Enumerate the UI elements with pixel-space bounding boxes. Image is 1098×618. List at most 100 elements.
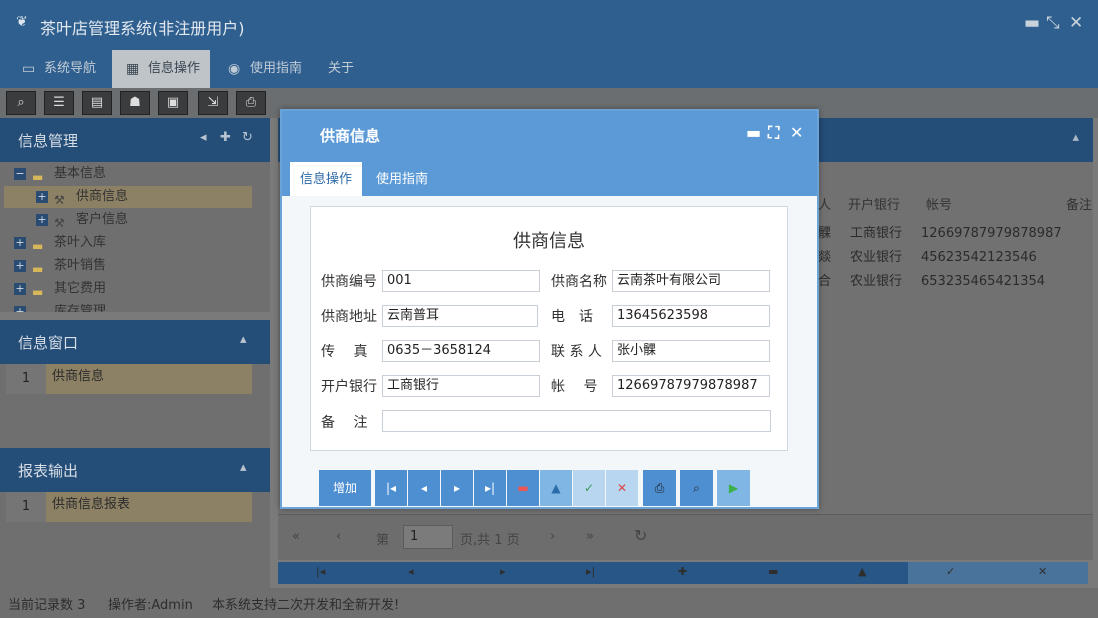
list-item[interactable]: 1 供商信息报表 — [6, 492, 252, 522]
next-page-icon[interactable]: › — [550, 529, 555, 544]
delete-record-icon[interactable]: ▬ — [768, 565, 778, 578]
table-cell[interactable]: 12669787979878987 — [921, 222, 1062, 246]
tree-node-tea-stock-in[interactable]: + ▬ 茶叶入库 — [0, 232, 260, 254]
collapse-icon[interactable]: − — [14, 168, 26, 180]
cancel-icon[interactable]: ✕ — [606, 470, 638, 506]
close-icon[interactable]: ✕ — [1069, 13, 1083, 33]
last-record-icon[interactable]: ▸| — [586, 565, 595, 578]
delete-icon[interactable]: ▬ — [507, 470, 539, 506]
prev-record-icon[interactable]: ◂ — [408, 565, 414, 578]
supplier-id-field[interactable]: 001 — [382, 270, 540, 292]
folder-icon: ▬ — [32, 170, 44, 184]
table-cell[interactable]: 653235465421354 — [921, 270, 1045, 294]
contact-label: 联 系 人 — [551, 344, 602, 360]
column-header[interactable]: 人 — [818, 192, 831, 220]
table-cell[interactable]: 农业银行 — [850, 270, 902, 294]
first-record-icon[interactable]: |◂ — [375, 470, 407, 506]
play-icon[interactable]: ▶ — [717, 470, 750, 506]
dialog-tabs: 信息操作 使用指南 — [282, 156, 817, 196]
refresh-icon[interactable]: ↻ — [634, 526, 647, 545]
list-item[interactable]: 1 供商信息 — [6, 364, 252, 394]
column-header[interactable]: 开户银行 — [848, 192, 900, 220]
account-field[interactable]: 12669787979878987 — [612, 375, 770, 397]
print-icon[interactable]: ⎙ — [643, 470, 676, 506]
expand-icon[interactable]: + — [36, 214, 48, 226]
list-icon[interactable]: ☰ — [44, 91, 74, 115]
confirm-icon[interactable]: ✓ — [573, 470, 605, 506]
table-cell[interactable]: 工商银行 — [850, 222, 902, 246]
tab-user-guide[interactable]: 使用指南 — [366, 162, 438, 196]
bank-field[interactable]: 工商银行 — [382, 375, 540, 397]
table-cell[interactable]: 髁 — [818, 222, 831, 246]
search-icon[interactable]: ⌕ — [6, 91, 36, 115]
add-button[interactable]: 增加 — [319, 470, 371, 506]
column-header[interactable]: 备注 — [1066, 192, 1092, 220]
next-record-icon[interactable]: ▸ — [441, 470, 473, 506]
prev-page-icon[interactable]: ‹ — [336, 529, 341, 544]
tree-node-inventory[interactable]: + ▬ 库存管理 — [0, 301, 260, 312]
expand-icon[interactable]: + — [36, 191, 48, 203]
report-icon[interactable]: ▣ — [158, 91, 188, 115]
tab-about[interactable]: 关于 — [302, 50, 362, 88]
tree-node-tea-sales[interactable]: + ▬ 茶叶销售 — [0, 255, 260, 277]
prev-record-icon[interactable]: ◂ — [408, 470, 440, 506]
operator: 操作者:Admin — [108, 598, 193, 613]
tree-node-customer-info[interactable]: + ⚒ 客户信息 — [0, 209, 260, 231]
add-icon[interactable]: ✚ — [220, 130, 231, 145]
tab-system-nav[interactable]: ▭ 系统导航 — [18, 50, 106, 88]
column-header[interactable]: 帐号 — [926, 192, 952, 220]
remark-field[interactable] — [382, 410, 771, 432]
last-page-icon[interactable]: » — [586, 529, 594, 544]
refresh-icon[interactable]: ↻ — [242, 130, 253, 145]
tab-info-ops[interactable]: 信息操作 — [290, 162, 363, 196]
panel-header-info-mgmt: 信息管理 ◂ ✚ ↻ — [0, 118, 270, 162]
tree-node-other-costs[interactable]: + ▬ 其它费用 — [0, 278, 260, 300]
tab-label: 关于 — [328, 61, 355, 76]
confirm-icon[interactable]: ✓ — [946, 565, 955, 578]
expand-icon[interactable]: + — [14, 237, 26, 249]
collapse-left-icon[interactable]: ◂ — [200, 130, 207, 145]
tab-user-guide[interactable]: ◉ 使用指南 — [224, 50, 314, 88]
contact-field[interactable]: 张小髁 — [612, 340, 770, 362]
tab-label: 系统导航 — [44, 61, 97, 76]
edit-record-icon[interactable]: ▲ — [858, 565, 866, 578]
export-icon[interactable]: ⇲ — [198, 91, 228, 115]
add-record-icon[interactable]: ✚ — [678, 565, 687, 578]
last-record-icon[interactable]: ▸| — [474, 470, 506, 506]
phone-field[interactable]: 13645623598 — [612, 305, 770, 327]
users-icon[interactable]: ☗ — [120, 91, 150, 115]
edit-icon[interactable]: ▲ — [540, 470, 572, 506]
tree-node-basic-info[interactable]: − ▬ 基本信息 — [0, 163, 260, 185]
collapse-up-icon[interactable]: ▴ — [240, 460, 247, 475]
collapse-up-icon[interactable]: ▴ — [240, 332, 247, 347]
search-icon[interactable]: ⌕ — [680, 470, 713, 506]
expand-icon[interactable]: + — [14, 306, 26, 312]
supplier-name-field[interactable]: 云南茶叶有限公司 — [612, 270, 770, 292]
tab-info-ops[interactable]: ▦ 信息操作 — [112, 50, 210, 88]
minimize-icon[interactable]: ▬ — [746, 123, 761, 142]
status-bar: 当前记录数 3 操作者:Admin 本系统支持二次开发和全新开发! — [0, 588, 1098, 618]
app-logo-icon: ❦ — [16, 14, 28, 30]
expand-icon[interactable]: + — [14, 260, 26, 272]
maximize-icon[interactable]: ⛶ — [768, 123, 779, 143]
table-cell[interactable]: 燚 — [818, 246, 831, 270]
collapse-up-icon[interactable]: ▴ — [1072, 130, 1079, 145]
first-page-icon[interactable]: « — [292, 529, 300, 544]
table-cell[interactable]: 45623542123546 — [921, 246, 1037, 270]
address-field[interactable]: 云南普耳 — [382, 305, 538, 327]
page-input[interactable]: 1 — [403, 525, 453, 549]
first-record-icon[interactable]: |◂ — [316, 565, 325, 578]
restore-icon[interactable]: ⤡ — [1046, 13, 1060, 33]
table-cell[interactable]: 合 — [818, 270, 831, 294]
fax-field[interactable]: 0635－3658124 — [382, 340, 540, 362]
table-cell[interactable]: 农业银行 — [850, 246, 902, 270]
close-icon[interactable]: ✕ — [790, 123, 803, 142]
print-icon[interactable]: ⎙ — [236, 91, 266, 115]
next-record-icon[interactable]: ▸ — [500, 565, 506, 578]
tools-icon: ⚒ — [54, 216, 65, 230]
minimize-icon[interactable]: ▬ — [1024, 13, 1040, 33]
expand-icon[interactable]: + — [14, 283, 26, 295]
cancel-icon[interactable]: ✕ — [1038, 565, 1047, 578]
document-icon[interactable]: ▤ — [82, 91, 112, 115]
tree-node-supplier-info[interactable]: + ⚒ 供商信息 — [4, 186, 252, 208]
